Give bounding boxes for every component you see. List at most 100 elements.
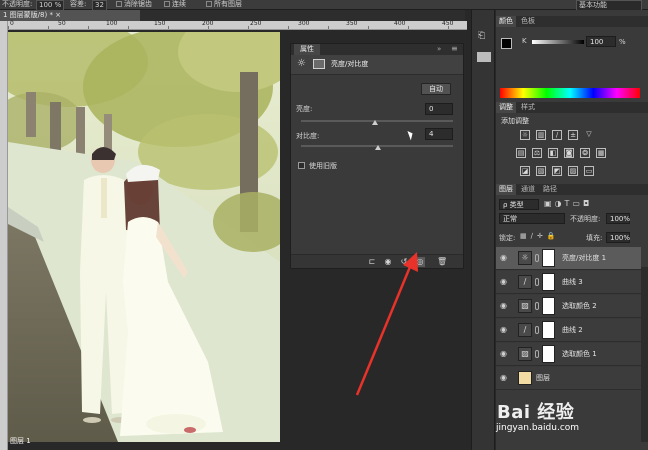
visibility-eye-icon[interactable]: ◉ <box>499 253 508 262</box>
chain-link-icon[interactable] <box>535 302 539 310</box>
exposure-adjust-icon[interactable]: ± <box>568 130 578 140</box>
levels-adjust-icon[interactable]: ▥ <box>536 130 546 140</box>
panel-menu-icon[interactable]: ≡ <box>451 44 458 53</box>
posterize-adjust-icon[interactable]: ▧ <box>536 166 546 176</box>
all-layers-checkbox[interactable]: 所有图层 <box>206 0 242 9</box>
tab-channels[interactable]: 通道 <box>518 184 538 195</box>
delete-icon[interactable]: 🗑 <box>437 257 447 267</box>
layers-scrollbar[interactable] <box>641 267 648 442</box>
color-lookup-adjust-icon[interactable]: ▦ <box>596 148 606 158</box>
layer-row[interactable]: ◉ ▨ 选取颜色 2 <box>496 295 641 318</box>
contrast-input[interactable]: 4 <box>425 128 453 140</box>
photo-filter-adjust-icon[interactable]: ◙ <box>564 148 574 158</box>
tab-layers[interactable]: 图层 <box>496 184 516 195</box>
fill-label: 填充: <box>586 234 603 242</box>
lock-label: 锁定: <box>499 234 516 242</box>
k-channel-label: K <box>522 37 527 45</box>
visibility-eye-icon[interactable]: ◉ <box>499 373 508 382</box>
document-tab[interactable]: 1 图层蒙版/8) * × <box>0 10 140 21</box>
blend-mode-select[interactable]: 正常 <box>499 213 565 224</box>
history-icon[interactable]: ⎗ <box>478 30 490 42</box>
layer-name: 图层 <box>536 374 550 382</box>
visibility-eye-icon[interactable]: ◉ <box>499 325 508 334</box>
properties-collapsed-icon[interactable] <box>477 52 491 62</box>
baidu-watermark: Bai 经验 <box>497 402 575 423</box>
visibility-eye-icon[interactable]: ◉ <box>499 301 508 310</box>
color-panel-tabs: 颜色 色板 <box>496 16 648 27</box>
horizontal-ruler: 0 50 100 150 200 250 300 350 400 450 <box>8 21 467 30</box>
layer-name: 亮度/对比度 1 <box>562 254 607 262</box>
auto-button[interactable]: 自动 <box>421 83 451 95</box>
layer-filter-select[interactable]: ρ 类型 <box>499 199 539 210</box>
transparency-label: 不透明度: <box>2 0 33 8</box>
layer-row[interactable]: ◉ ∕ 曲线 3 <box>496 271 641 294</box>
layer-mask-thumbnail[interactable] <box>542 249 555 267</box>
ruler-tick-label: 0 <box>10 20 14 27</box>
options-bar: 不透明度: 100 % 容差: 32 消除锯齿 连续 所有图层 基本功能 <box>0 0 648 11</box>
collapse-icon[interactable]: » <box>437 45 441 53</box>
vibrance-adjust-icon[interactable]: ▽ <box>584 130 594 140</box>
brightness-input[interactable]: 0 <box>425 103 453 115</box>
spectrum-bar[interactable] <box>500 88 640 98</box>
properties-panel: 属性 » ≡ ☼ 亮度/对比度 自动 亮度: 0 对比度: 4 使用旧版 ⊏ ◉… <box>290 43 464 269</box>
contrast-slider-knob[interactable] <box>375 145 381 150</box>
mask-icon[interactable] <box>313 59 325 69</box>
hue-adjust-icon[interactable]: ▤ <box>516 148 526 158</box>
invert-adjust-icon[interactable]: ◪ <box>520 166 530 176</box>
selective-color-adjust-icon[interactable]: ▨ <box>568 166 578 176</box>
tab-properties[interactable]: 属性 <box>294 44 320 55</box>
threshold-adjust-icon[interactable]: ◩ <box>552 166 562 176</box>
opacity-label: 不透明度: <box>570 215 601 223</box>
brightness-adjust-icon[interactable]: ☼ <box>520 130 530 140</box>
gradient-map-adjust-icon[interactable]: ▭ <box>584 166 594 176</box>
contiguous-checkbox[interactable]: 连续 <box>164 0 186 9</box>
ruler-tick-label: 400 <box>394 20 406 27</box>
curves-icon: ∕ <box>518 323 532 337</box>
filter-icons[interactable]: ▣◑T▭◘ <box>544 199 592 208</box>
opacity-input[interactable]: 100% <box>606 213 630 224</box>
right-dock: 颜色 色板 K 100 % 调整 样式 添加调整 ☼ ▥ ∕ ± ▽ ▤ ⚖ ◧… <box>496 10 648 450</box>
k-input[interactable]: 100 <box>586 36 616 47</box>
ruler-tick-label: 100 <box>106 20 118 27</box>
layer-mask-thumbnail[interactable] <box>542 345 555 363</box>
wedding-photo[interactable] <box>8 32 280 442</box>
visibility-eye-icon[interactable]: ◉ <box>499 349 508 358</box>
curves-adjust-icon[interactable]: ∕ <box>552 130 562 140</box>
layer-name: 曲线 2 <box>562 326 583 334</box>
legacy-checkbox[interactable] <box>298 162 305 169</box>
chain-link-icon[interactable] <box>535 350 539 358</box>
chain-link-icon[interactable] <box>535 278 539 286</box>
layer-row[interactable]: ◉ ☼ 亮度/对比度 1 <box>496 247 641 270</box>
layer-mask-thumbnail[interactable] <box>542 321 555 339</box>
chain-link-icon[interactable] <box>535 326 539 334</box>
layer-mask-thumbnail[interactable] <box>542 273 555 291</box>
k-slider[interactable] <box>532 40 584 44</box>
chain-link-icon[interactable] <box>535 254 539 262</box>
ruler-tick-label: 250 <box>250 20 262 27</box>
layer-row[interactable]: ◉ ▨ 选取颜色 1 <box>496 343 641 366</box>
tab-adjustments[interactable]: 调整 <box>496 102 516 113</box>
foreground-swatch[interactable] <box>501 38 512 49</box>
layer-row[interactable]: ◉ 图层 <box>496 367 641 390</box>
contrast-label: 对比度: <box>296 132 320 140</box>
tolerance-label: 容差: <box>70 0 87 8</box>
tab-styles[interactable]: 样式 <box>518 102 538 113</box>
ruler-tick-label: 50 <box>58 20 66 27</box>
curves-icon: ∕ <box>518 275 532 289</box>
layer-row[interactable]: ◉ ∕ 曲线 2 <box>496 319 641 342</box>
tab-color[interactable]: 颜色 <box>496 16 516 27</box>
properties-header: 属性 » ≡ <box>291 44 463 55</box>
lock-icons[interactable]: ▦∕✛🔒 <box>520 232 560 240</box>
annotation-arrow <box>355 252 418 396</box>
color-balance-adjust-icon[interactable]: ⚖ <box>532 148 542 158</box>
black-white-adjust-icon[interactable]: ◧ <box>548 148 558 158</box>
channel-mixer-adjust-icon[interactable]: ❂ <box>580 148 590 158</box>
photoshop-window: 不透明度: 100 % 容差: 32 消除锯齿 连续 所有图层 基本功能 1 图… <box>0 0 648 450</box>
anti-alias-checkbox[interactable]: 消除锯齿 <box>116 0 152 9</box>
tab-paths[interactable]: 路径 <box>540 184 560 195</box>
brightness-slider-knob[interactable] <box>372 120 378 125</box>
fill-input[interactable]: 100% <box>606 232 630 243</box>
visibility-eye-icon[interactable]: ◉ <box>499 277 508 286</box>
layer-mask-thumbnail[interactable] <box>542 297 555 315</box>
tab-swatches[interactable]: 色板 <box>518 16 538 27</box>
